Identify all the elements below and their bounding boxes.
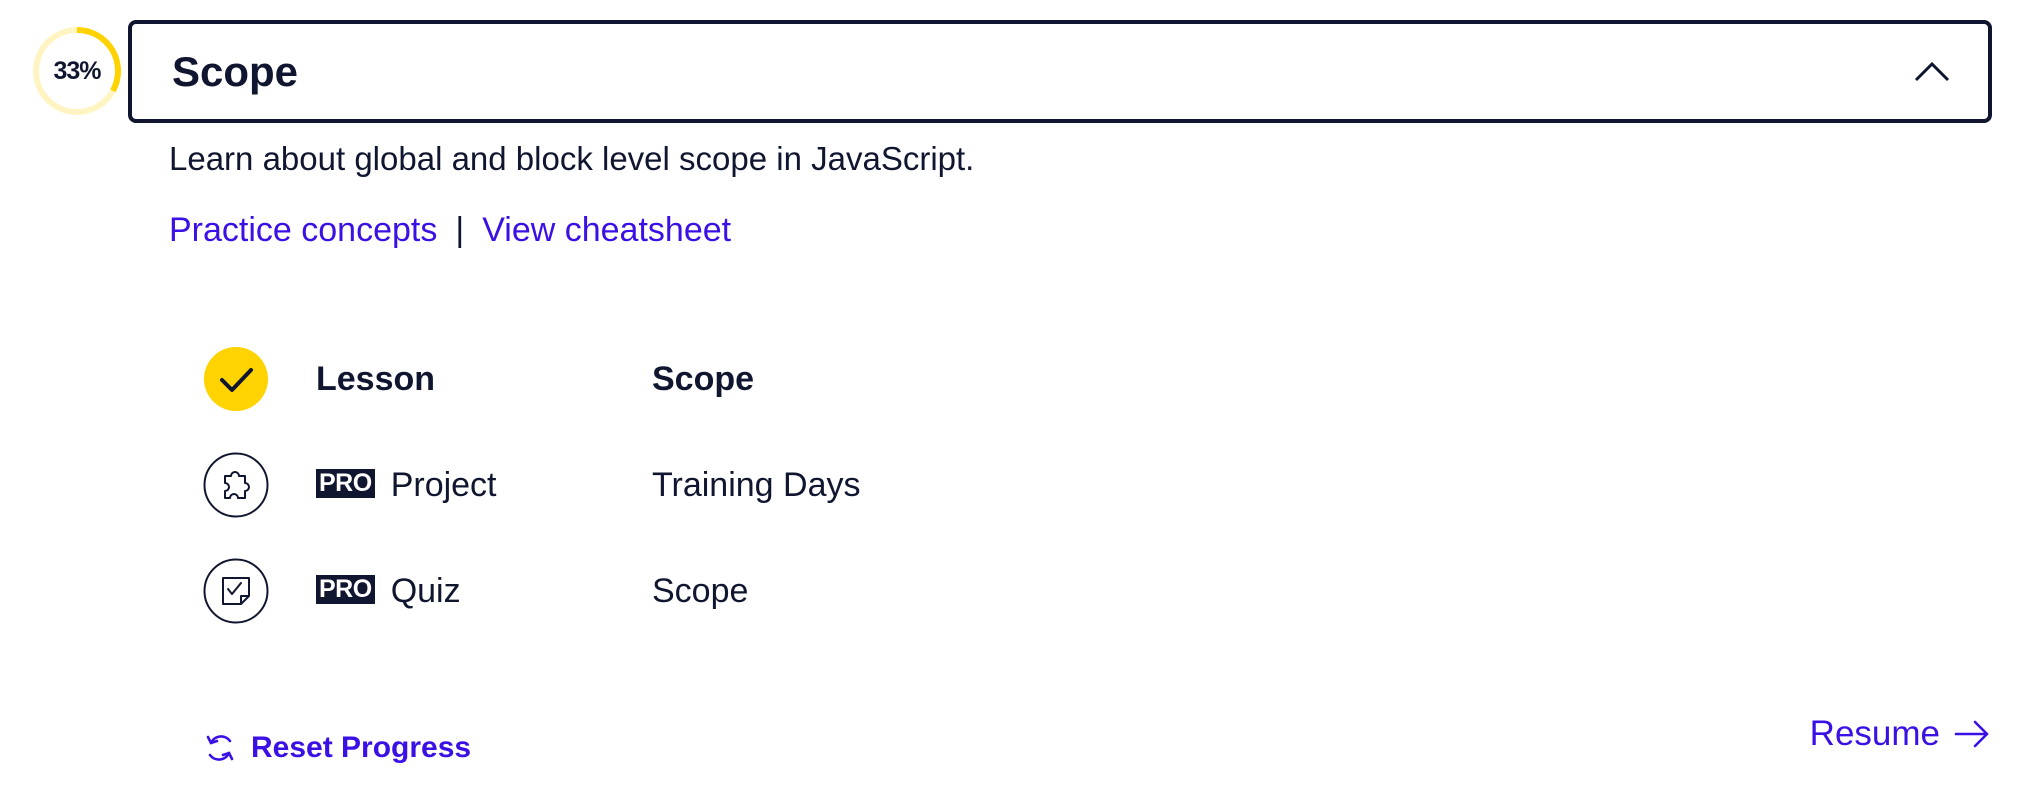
progress-ring: 33%	[30, 24, 124, 118]
module-links: Practice concepts | View cheatsheet	[169, 211, 731, 250]
content-item-quiz[interactable]: PRO Quiz Scope	[203, 558, 1203, 624]
content-item-lesson[interactable]: Lesson Scope	[203, 346, 1203, 412]
chevron-up-icon[interactable]	[1912, 56, 1952, 86]
module-description: Learn about global and block level scope…	[169, 140, 975, 177]
link-separator: |	[455, 211, 465, 249]
quiz-icon	[203, 558, 269, 624]
practice-concepts-link[interactable]: Practice concepts	[169, 211, 437, 250]
item-title[interactable]: Training Days	[652, 452, 860, 518]
item-type-label: PRO Project	[316, 452, 497, 518]
module-title: Scope	[172, 47, 299, 95]
view-cheatsheet-link[interactable]: View cheatsheet	[482, 211, 731, 250]
item-title[interactable]: Scope	[652, 558, 748, 624]
item-type-text: Quiz	[390, 571, 461, 610]
resume-button[interactable]: Resume	[1810, 712, 1990, 756]
item-type-label: PRO Quiz	[316, 558, 461, 624]
progress-percent: 33%	[53, 56, 101, 85]
refresh-icon	[206, 735, 234, 761]
reset-progress-label: Reset Progress	[251, 731, 472, 764]
item-type-label: Lesson	[316, 359, 436, 398]
arrow-right-icon	[1954, 720, 1989, 748]
module-accordion-header[interactable]: Scope	[128, 20, 1992, 123]
checkmark-icon	[204, 347, 268, 411]
pro-badge: PRO	[316, 574, 375, 604]
item-type-text: Project	[390, 465, 497, 504]
resume-label: Resume	[1809, 714, 1940, 753]
item-title[interactable]: Scope	[652, 346, 754, 412]
pro-badge: PRO	[316, 468, 375, 498]
reset-progress-button[interactable]: Reset Progress	[203, 728, 471, 768]
content-item-project[interactable]: PRO Project Training Days	[203, 452, 1203, 518]
puzzle-icon	[203, 452, 269, 518]
